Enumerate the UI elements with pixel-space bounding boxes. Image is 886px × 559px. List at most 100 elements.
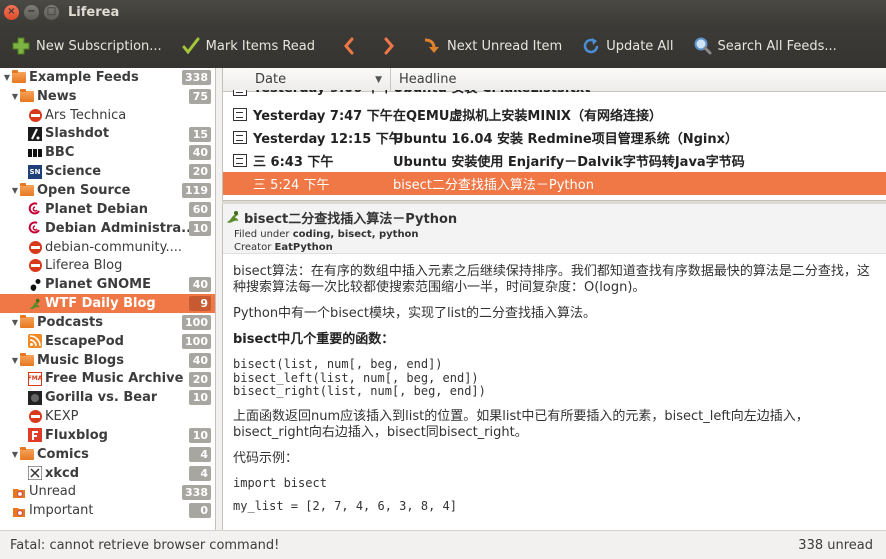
expander-icon[interactable]: ▼ bbox=[2, 73, 12, 82]
headline-row[interactable]: Yesterday 12:15 下午 Ubuntu 16.04 安装 Redmin… bbox=[223, 126, 886, 149]
headline-row[interactable]: Yesterday 7:47 下午 在QEMU虚拟机上安装MINIX（有网络连接） bbox=[223, 103, 886, 126]
expander-icon[interactable]: ▼ bbox=[10, 450, 20, 459]
window-title: Liferea bbox=[68, 4, 120, 20]
feed-item[interactable]: ▼ Comics 4 bbox=[0, 445, 215, 464]
unavailable-feed-icon bbox=[28, 108, 42, 122]
feed-label: Important bbox=[29, 503, 94, 519]
feed-item[interactable]: Ars Technica bbox=[0, 106, 215, 125]
code-block: bisect(list, num[, beg, end]) bisect_lef… bbox=[233, 357, 486, 398]
unread-count-badge: 9 bbox=[189, 296, 211, 312]
item-header: bisect二分查找插入算法－Python Filed under coding… bbox=[223, 204, 886, 254]
feed-list[interactable]: ▼ Example Feeds 338 ▼ News 75 Ars Technica Slas… bbox=[0, 68, 216, 530]
headline-header: Date ▼ Headline bbox=[223, 68, 886, 92]
feed-label: Comics bbox=[37, 446, 89, 462]
item-title[interactable]: bisect二分查找插入算法－Python bbox=[244, 208, 457, 227]
feed-label: Free Music Archive bbox=[45, 371, 184, 387]
status-message: Fatal: cannot retrieve browser command! bbox=[10, 537, 280, 553]
update-all-button[interactable]: Update All bbox=[574, 30, 679, 62]
maximize-window-button[interactable]: □ bbox=[44, 4, 59, 20]
close-window-button[interactable]: × bbox=[4, 4, 19, 20]
headline-row[interactable]: 三 6:43 下午 Ubuntu 安装使用 Enjarify－Dalvik字节码转… bbox=[223, 149, 886, 172]
wtf-icon bbox=[28, 297, 42, 311]
unavailable-feed-icon bbox=[28, 240, 42, 254]
feed-label: Slashdot bbox=[45, 126, 110, 142]
feed-item[interactable]: xkcd 4 bbox=[0, 464, 215, 483]
read-status-icon bbox=[233, 108, 247, 121]
feed-item[interactable]: FMA Free Music Archive 20 bbox=[0, 370, 215, 389]
previous-item-button[interactable] bbox=[329, 30, 369, 62]
feed-item[interactable]: ▼ Example Feeds 338 bbox=[0, 68, 215, 87]
feed-label: xkcd bbox=[45, 465, 80, 481]
unread-count-badge: 119 bbox=[182, 183, 211, 199]
headline-column-header[interactable]: Headline bbox=[391, 68, 456, 92]
headline-row[interactable]: 三 5:24 下午 bisect二分查找插入算法－Python bbox=[223, 172, 886, 195]
item-creator: Creator EatPython bbox=[234, 242, 333, 253]
feed-item[interactable]: WTF Daily Blog 9 bbox=[0, 294, 215, 313]
minimize-window-button[interactable]: − bbox=[24, 4, 39, 20]
feed-label: Unread bbox=[29, 484, 77, 500]
folder-icon bbox=[20, 182, 34, 197]
unread-count-badge: 40 bbox=[189, 352, 211, 368]
headline-date: 三 5:24 下午 bbox=[253, 178, 330, 193]
headline-date: Yesterday 12:15 下午 bbox=[253, 132, 402, 147]
read-status-icon bbox=[233, 90, 247, 96]
headline-row[interactable]: Yesterday 9:06 下午Ubuntu 安装 CMakeLists.tx… bbox=[223, 90, 886, 96]
item-paragraph: bisect算法：在有序的数组中插入元素之后继续保持排序。我们都知道查找有序数据… bbox=[233, 264, 870, 295]
feed-label: Science bbox=[45, 164, 102, 180]
search-all-feeds-button[interactable]: Search All Feeds... bbox=[686, 30, 843, 62]
expander-icon[interactable]: ▼ bbox=[10, 356, 20, 365]
feed-item[interactable]: ▼ News 75 bbox=[0, 87, 215, 106]
feed-item[interactable]: SN Science 20 bbox=[0, 162, 215, 181]
feed-item[interactable]: Liferea Blog bbox=[0, 256, 215, 275]
feed-label: BBC bbox=[45, 145, 75, 161]
science-icon: SN bbox=[28, 164, 42, 179]
code-block: my_list = [2, 7, 4, 6, 3, 8, 4] bbox=[233, 499, 457, 513]
unread-count-badge: 15 bbox=[189, 126, 211, 142]
wtf-feed-icon bbox=[225, 209, 241, 225]
feed-label: debian-community.... bbox=[45, 239, 182, 255]
feed-label: Planet GNOME bbox=[45, 277, 151, 293]
feed-item[interactable]: ▼ Podcasts 100 bbox=[0, 313, 215, 332]
headline-title: 在QEMU虚拟机上安装MINIX（有网络连接） bbox=[393, 109, 662, 124]
expander-icon[interactable]: ▼ bbox=[10, 186, 20, 195]
status-bar: Fatal: cannot retrieve browser command! … bbox=[0, 530, 886, 559]
feed-item[interactable]: Planet Debian 60 bbox=[0, 200, 215, 219]
unread-count-badge: 100 bbox=[182, 314, 211, 330]
feed-item[interactable]: EscapePod 100 bbox=[0, 332, 215, 351]
feed-item[interactable]: KEXP bbox=[0, 407, 215, 426]
feed-label: EscapePod bbox=[45, 333, 124, 349]
feed-item[interactable]: Debian Administra... 10 bbox=[0, 219, 215, 238]
feed-item[interactable]: Unread 338 bbox=[0, 483, 215, 502]
unavailable-feed-icon bbox=[28, 259, 42, 273]
unread-count-badge: 10 bbox=[189, 390, 211, 406]
code-block: import bisect bbox=[233, 475, 327, 490]
next-unread-button[interactable]: Next Unread Item bbox=[415, 30, 568, 62]
unread-count-badge: 75 bbox=[189, 88, 211, 104]
read-status-icon bbox=[233, 131, 247, 144]
unread-count-badge: 40 bbox=[189, 145, 211, 161]
headline-list[interactable]: Date ▼ Headline Yesterday 9:06 下午Ubuntu … bbox=[222, 68, 886, 200]
unread-count-badge: 20 bbox=[189, 371, 211, 387]
debian-icon bbox=[28, 221, 42, 235]
feed-item[interactable]: Important 0 bbox=[0, 501, 215, 520]
expander-icon[interactable]: ▼ bbox=[10, 318, 20, 327]
feed-item[interactable]: BBC 40 bbox=[0, 143, 215, 162]
feed-item[interactable]: Slashdot 15 bbox=[0, 125, 215, 144]
new-subscription-button[interactable]: New Subscription... bbox=[4, 30, 168, 62]
feed-item[interactable]: Planet GNOME 40 bbox=[0, 275, 215, 294]
unread-count-badge: 0 bbox=[189, 503, 211, 519]
feed-item[interactable]: ▼ Open Source 119 bbox=[0, 181, 215, 200]
feed-item[interactable]: ▼ Music Blogs 40 bbox=[0, 351, 215, 370]
expander-icon[interactable]: ▼ bbox=[10, 92, 20, 101]
next-item-button[interactable] bbox=[369, 30, 409, 62]
feed-item[interactable]: Fluxblog 10 bbox=[0, 426, 215, 445]
feed-label: Gorilla vs. Bear bbox=[45, 390, 158, 406]
unread-count-badge: 4 bbox=[189, 446, 211, 462]
read-status-icon bbox=[233, 154, 247, 167]
mark-items-read-button[interactable]: Mark Items Read bbox=[174, 30, 321, 62]
unavailable-feed-icon bbox=[28, 410, 42, 424]
feed-item[interactable]: debian-community.... bbox=[0, 238, 215, 257]
feed-item[interactable]: Gorilla vs. Bear 10 bbox=[0, 388, 215, 407]
date-column-header[interactable]: Date ▼ bbox=[223, 68, 391, 92]
unread-count-badge: 10 bbox=[189, 220, 211, 236]
